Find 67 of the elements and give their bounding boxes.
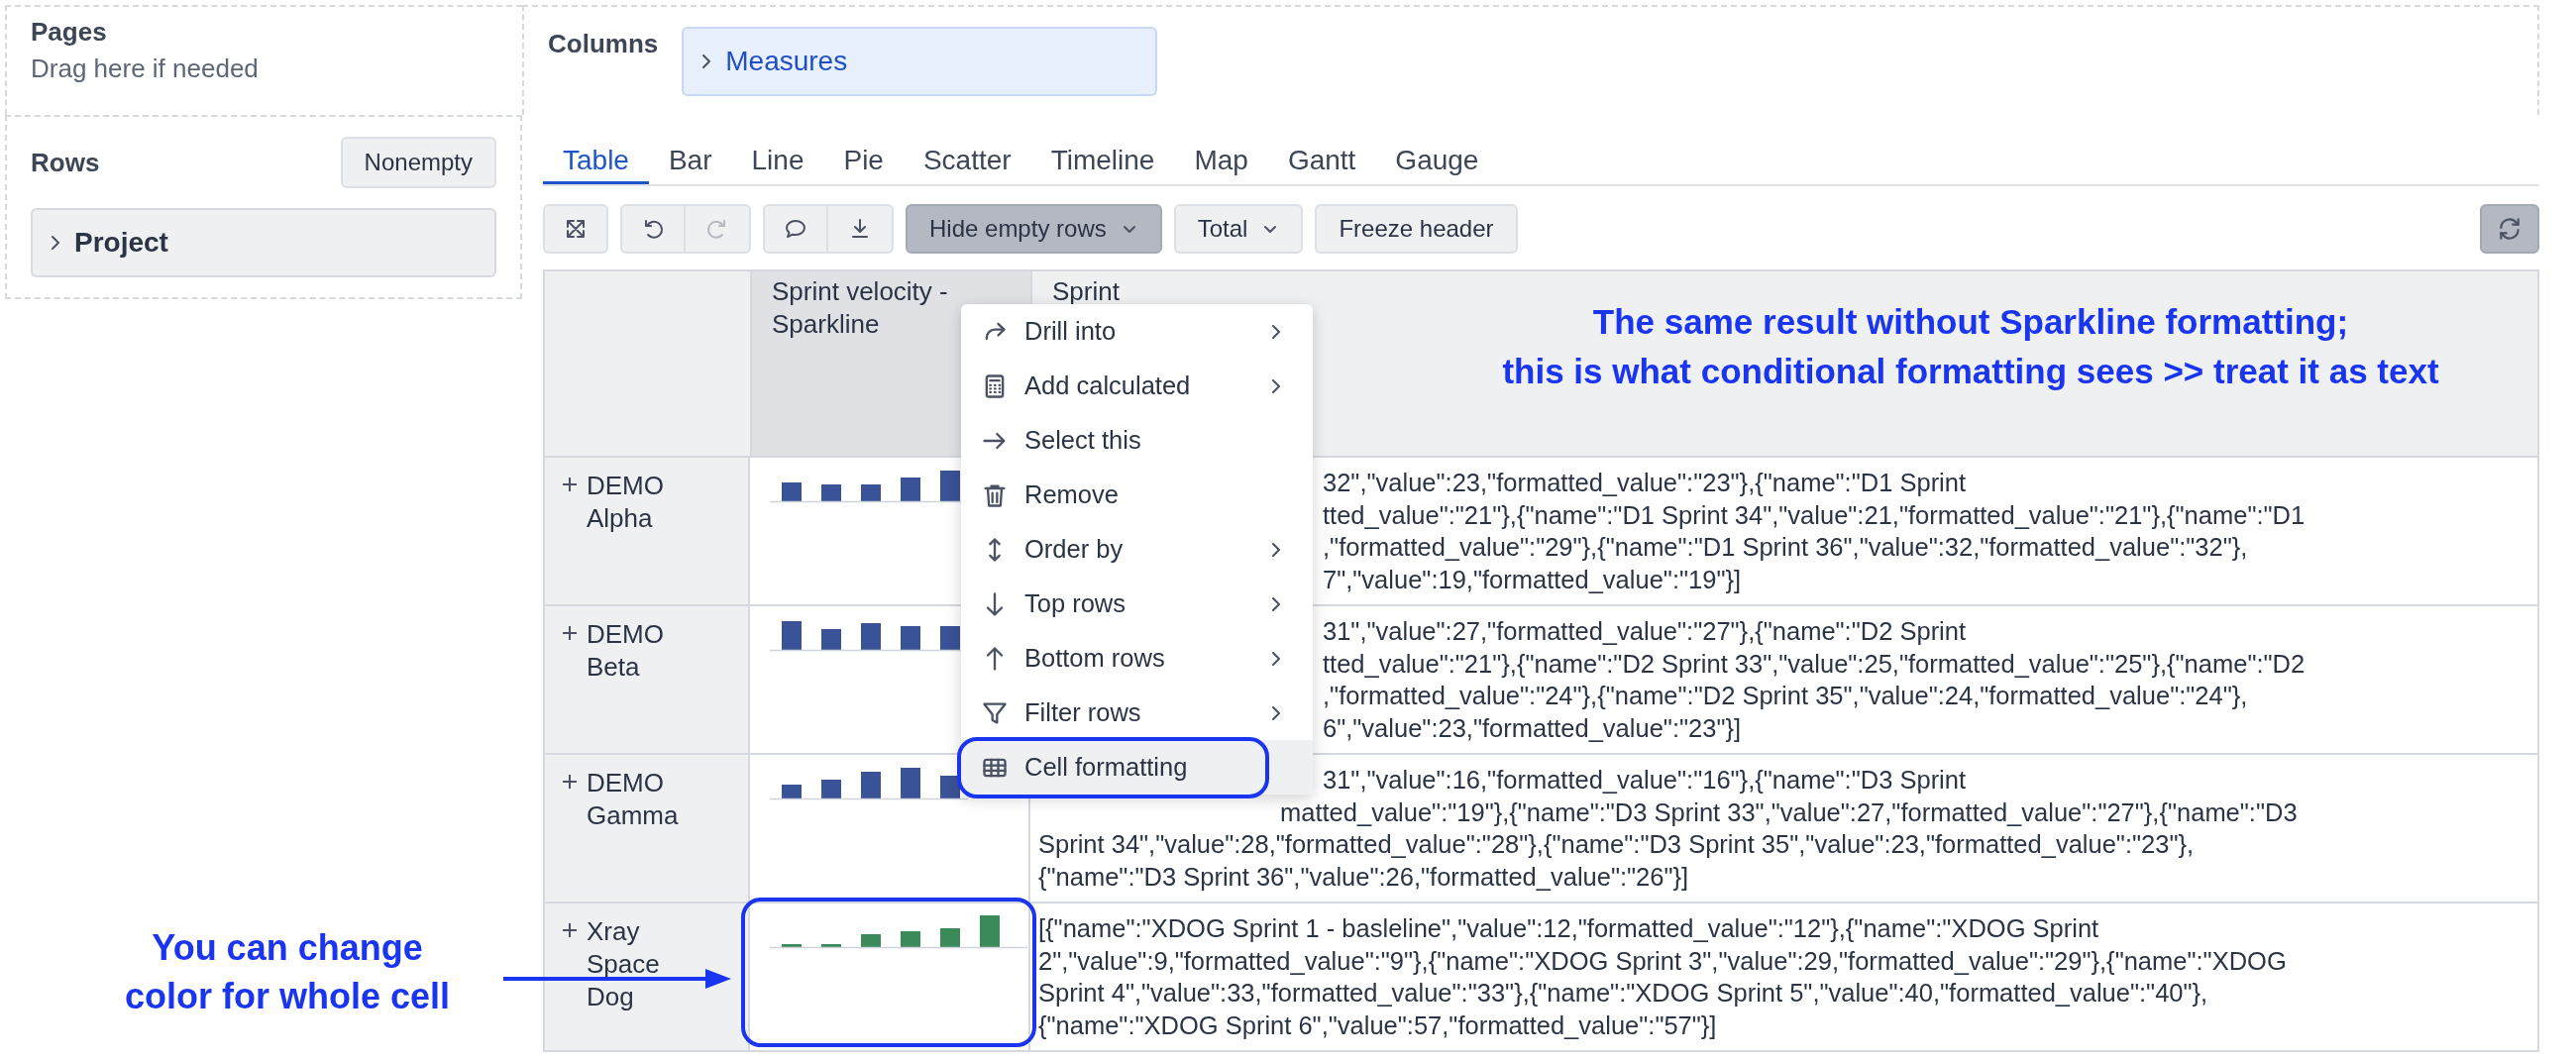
expand-icon[interactable] <box>561 624 579 642</box>
refresh-button[interactable] <box>2480 204 2539 254</box>
menu-item[interactable]: Filter rows <box>961 686 1313 740</box>
tab[interactable]: Map <box>1174 139 1268 184</box>
expand-icon[interactable] <box>561 921 579 939</box>
panel-title: Rows <box>31 147 100 178</box>
cell-text: matted_value":"19"},{"name":"D3 Sprint 33","value":27,"formatted_value":"27"},{"name":"D3 <box>1280 797 2298 826</box>
chevron-icon <box>1269 540 1283 559</box>
measures-chip[interactable]: Measures <box>682 27 1158 96</box>
chevron-icon <box>1269 322 1283 341</box>
cell-text: [{"name":"XDOG Sprint 1 - basleline","value":12,"formatted_value":"12"},{"name":"XDOG Sprint <box>1038 914 2099 942</box>
cell-text: {"name":"XDOG Sprint 6","value":57,"formatted_value":"57"}] <box>1038 1010 1717 1039</box>
cell-text: {"name":"D3 Sprint 36","value":26,"formatted_value":"26"}] <box>1038 862 1689 891</box>
toolbar-button[interactable] <box>620 204 686 254</box>
cell-text: Sprint 4","value":33,"formatted_value":"33"},{"name":"XDOG Sprint 5","value":40,"formatted_value":"40"}, <box>1038 979 2208 1007</box>
cell-text: 31","value":27,"formatted_value":"27"},{"name":"D2 Sprint <box>1323 617 1967 645</box>
chevron-icon <box>1269 649 1283 668</box>
menu-item[interactable]: Add calculated <box>961 359 1313 413</box>
cell-text: Sprint 34","value":28,"formatted_value":"28"},{"name":"D3 Sprint 35","value":23,"formatted_value":"23"}, <box>1038 830 2195 858</box>
chevron-icon <box>49 234 62 252</box>
tab[interactable]: Bar <box>648 139 732 184</box>
cell-text: tted_value":"21"},{"name":"D2 Sprint 33","value":25,"formatted_value":"25"},{"name":"D2 <box>1323 649 2306 678</box>
panel-title: Pages <box>31 17 108 48</box>
cell-text: 31","value":16,"formatted_value":"16"},{"name":"D3 Sprint <box>1323 766 1967 794</box>
chevron-icon <box>1269 376 1283 395</box>
menu-item[interactable]: Cell formatting <box>961 740 1313 795</box>
row-label[interactable]: DEMO Gamma <box>587 767 679 832</box>
comment-icon <box>784 217 807 241</box>
dropdown-button[interactable]: Total <box>1173 204 1304 254</box>
dropdown-button[interactable]: Hide empty rows <box>906 204 1162 254</box>
cell-text: ,"formatted_value":"24"},{"name":"D2 Sprint 35","value":24,"formatted_value":"24"}, <box>1323 682 2248 709</box>
cell-text: tted_value":"21"},{"name":"D1 Sprint 34","value":21,"formatted_value":"21"},{"name":"D1 <box>1323 500 2306 529</box>
cell-text: 2","value":9,"formatted_value":"9"},{"name":"XDOG Sprint 3","value":29,"formatted_value":"29"},{"name":"XDOG <box>1038 946 2287 975</box>
cell-text: 6","value":23,"formatted_value":"23"}] <box>1323 713 1742 742</box>
freeze-header-button[interactable]: Freeze header <box>1315 204 1518 254</box>
expand-icon[interactable] <box>561 773 579 791</box>
toolbar-button[interactable] <box>763 204 828 254</box>
tab[interactable]: Line <box>731 139 824 184</box>
menu-item[interactable]: Order by <box>961 522 1313 577</box>
row-label[interactable]: Xray Space Dog <box>587 915 660 1013</box>
dimension-chip[interactable]: Project <box>31 208 496 277</box>
tab[interactable]: Table <box>543 139 649 184</box>
menu-item[interactable]: Remove <box>961 468 1313 522</box>
refresh-icon <box>2497 216 2522 242</box>
tab[interactable]: Gantt <box>1267 139 1376 184</box>
annotation-text: You can change color for whole cell <box>123 926 452 1018</box>
fullscreen-icon <box>564 217 588 241</box>
tab[interactable]: Scatter <box>903 139 1031 184</box>
menu-item[interactable]: Top rows <box>961 577 1313 631</box>
tab[interactable]: Pie <box>823 139 904 184</box>
panel-title: Columns <box>548 29 659 59</box>
chevron-icon <box>1269 594 1283 613</box>
cell-text: 32","value":23,"formatted_value":"23"},{"name":"D1 Sprint <box>1323 469 1967 496</box>
tab[interactable]: Gauge <box>1375 139 1499 184</box>
menu-item[interactable]: Select this <box>961 413 1313 468</box>
chevron-icon <box>1269 703 1283 722</box>
drop-hint: Drag here if needed <box>31 53 260 84</box>
menu-item[interactable]: Bottom rows <box>961 631 1313 686</box>
cell-text: 7","value":19,"formatted_value":"19"}] <box>1323 565 1742 593</box>
row-label[interactable]: DEMO Alpha <box>587 470 664 535</box>
nonempty-button[interactable]: Nonempty <box>340 137 496 188</box>
toolbar-button[interactable] <box>543 204 608 254</box>
toolbar-button[interactable] <box>828 204 894 254</box>
expand-icon[interactable] <box>561 476 579 493</box>
tab[interactable]: Timeline <box>1030 139 1175 184</box>
cell-text: ,"formatted_value":"29"},{"name":"D1 Sprint 36","value":32,"formatted_value":"32"}, <box>1323 533 2248 561</box>
row-label[interactable]: DEMO Beta <box>587 618 664 684</box>
